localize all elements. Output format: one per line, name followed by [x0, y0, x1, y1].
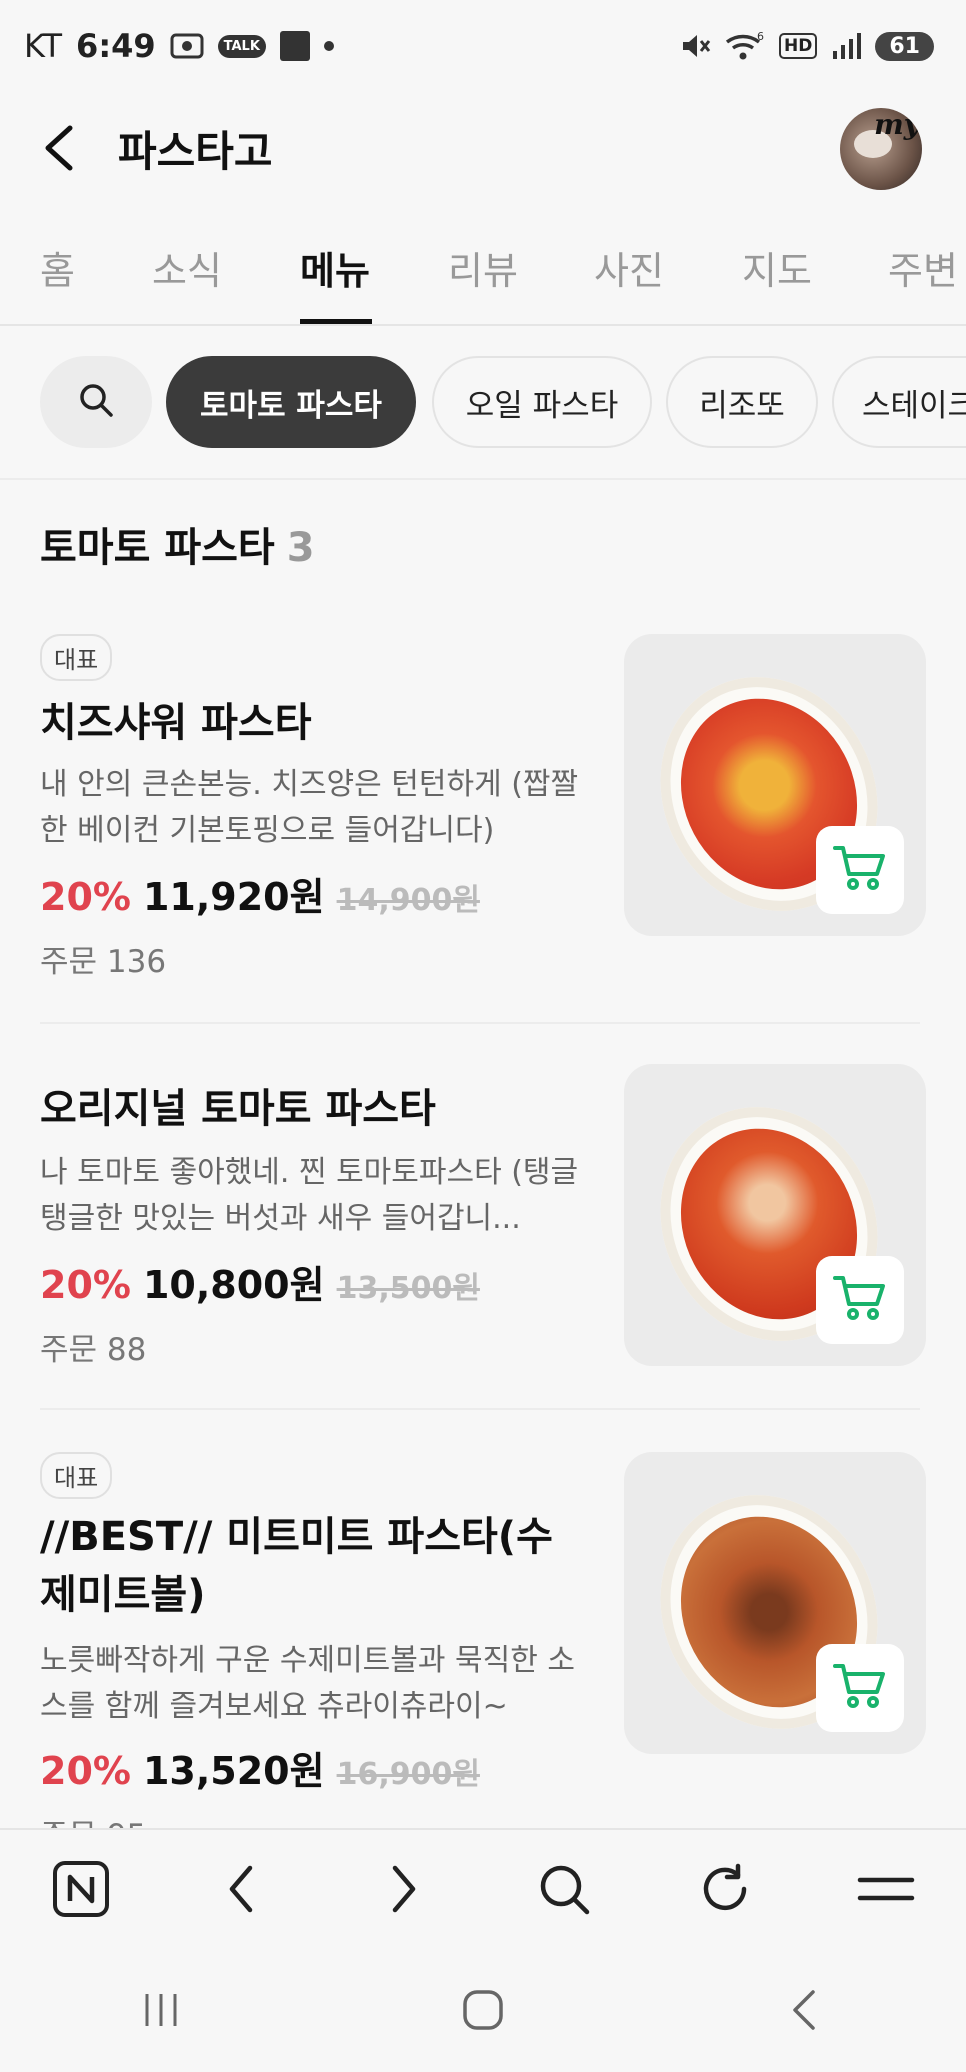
sale-price: 13,520원 — [142, 1749, 325, 1793]
order-count: 주문 88 — [40, 1332, 147, 1368]
price-row: 20% 13,520원 16,900원 — [40, 1740, 480, 1795]
tab-photos[interactable]: 사진 — [594, 240, 664, 295]
system-back-button[interactable] — [765, 1972, 845, 2052]
menu-icon — [857, 1874, 915, 1908]
kakaotalk-icon: TALK — [217, 34, 266, 58]
tab-home[interactable]: 홈 — [40, 240, 75, 295]
discount-rate: 20% — [40, 875, 131, 919]
original-price: 14,900원 — [336, 883, 480, 918]
chevron-right-icon — [383, 1864, 423, 1918]
hd-voice-icon: HD — [779, 33, 818, 59]
item-divider — [40, 1022, 920, 1024]
more-notifications-dot — [323, 41, 334, 51]
menu-item-name: //BEST// 미트미트 파스타(수제미트볼) — [40, 1514, 553, 1618]
section-title: 토마토 파스타 3 — [40, 515, 315, 573]
browser-toolbar — [0, 1828, 966, 1952]
price-row: 20% 11,920원 14,900원 — [40, 866, 480, 921]
menu-item[interactable]: 대표 치즈샤워 파스타 내 안의 큰손본능. 치즈양은 턴턴하게 (짭짤한 베이… — [40, 634, 926, 994]
back-icon — [787, 1988, 823, 2036]
discount-rate: 20% — [40, 1749, 131, 1793]
menu-item-name: 오리지널 토마토 파스타 — [40, 1086, 436, 1132]
signal-icon — [831, 31, 862, 61]
chip-steak[interactable]: 스테이크 — [832, 356, 966, 448]
menu-item-description: 나 토마토 좋아했네. 찐 토마토파스타 (탱글탱글한 맛있는 버섯과 새우 들… — [40, 1155, 579, 1236]
chevron-left-icon — [222, 1864, 262, 1918]
browser-back-button[interactable] — [202, 1851, 282, 1931]
menu-item-photo[interactable] — [624, 634, 926, 936]
menu-item-photo[interactable] — [624, 1064, 926, 1366]
section-title-text: 토마토 파스타 — [40, 525, 275, 571]
chips-divider — [0, 478, 966, 480]
tab-menu[interactable]: 메뉴 — [300, 240, 370, 295]
section-count: 3 — [286, 525, 315, 571]
tab-bar: 홈 소식 메뉴 리뷰 사진 지도 주변 — [0, 226, 966, 326]
sale-price: 10,800원 — [142, 1263, 325, 1307]
menu-item-name: 치즈샤워 파스타 — [40, 700, 312, 746]
tab-map[interactable]: 지도 — [742, 240, 812, 295]
refresh-icon — [698, 1862, 752, 1920]
battery-indicator: 61 — [875, 31, 934, 61]
mute-icon — [679, 30, 711, 62]
menu-item-description: 노릇빠작하게 구운 수제미트볼과 묵직한 소스를 함께 즐겨보세요 츄라이츄라이… — [40, 1643, 575, 1724]
sale-price: 11,920원 — [142, 875, 325, 919]
category-chips: 토마토 파스타 오일 파스타 리조또 스테이크 — [40, 356, 966, 448]
notification-icon — [279, 31, 310, 61]
discount-rate: 20% — [40, 1263, 131, 1307]
add-to-cart-button[interactable] — [816, 1644, 904, 1732]
system-navigation-bar — [0, 1952, 966, 2072]
naver-n-icon — [51, 1859, 111, 1923]
cart-icon — [833, 1662, 887, 1714]
tab-news[interactable]: 소식 — [152, 240, 222, 295]
clock: 6:49 — [76, 27, 156, 65]
browser-forward-button[interactable] — [363, 1851, 443, 1931]
tab-nearby[interactable]: 주변 — [888, 240, 958, 295]
original-price: 13,500원 — [336, 1271, 480, 1306]
add-to-cart-button[interactable] — [816, 1256, 904, 1344]
avatar[interactable]: my — [840, 108, 922, 190]
recent-apps-button[interactable] — [121, 1972, 201, 2052]
original-price: 16,900원 — [336, 1757, 480, 1792]
naver-home-button[interactable] — [41, 1851, 121, 1931]
menu-item-description: 내 안의 큰손본능. 치즈양은 턴턴하게 (짭짤한 베이컨 기본토핑으로 들어갑… — [40, 767, 579, 848]
svg-text:6: 6 — [757, 30, 764, 43]
representative-badge: 대표 — [40, 634, 113, 681]
menu-item-photo[interactable] — [624, 1452, 926, 1754]
menu-item[interactable]: 오리지널 토마토 파스타 나 토마토 좋아했네. 찐 토마토파스타 (탱글탱글한… — [40, 1064, 926, 1394]
menu-search-button[interactable] — [40, 356, 152, 448]
browser-search-button[interactable] — [524, 1851, 604, 1931]
chip-oil-pasta[interactable]: 오일 파스타 — [432, 356, 652, 448]
wifi-icon: 6 — [725, 30, 765, 62]
page-title: 파스타고 — [118, 126, 273, 176]
app-header: 파스타고 my — [0, 92, 966, 204]
browser-refresh-button[interactable] — [685, 1851, 765, 1931]
item-divider — [40, 1408, 920, 1410]
representative-badge: 대표 — [40, 1452, 113, 1499]
chip-risotto[interactable]: 리조또 — [666, 356, 818, 448]
cart-icon — [833, 844, 887, 896]
screenshot-icon — [170, 31, 204, 61]
status-bar: KT 6:49 TALK 6 HD 61 — [0, 0, 966, 92]
back-arrow-icon[interactable] — [34, 120, 90, 176]
browser-menu-button[interactable] — [846, 1851, 926, 1931]
menu-item[interactable]: 대표 //BEST// 미트미트 파스타(수제미트볼) 노릇빠작하게 구운 수제… — [40, 1452, 926, 1854]
search-icon — [537, 1862, 591, 1920]
search-icon — [77, 381, 115, 423]
cart-icon — [833, 1274, 887, 1326]
recent-apps-icon — [141, 1990, 181, 2034]
tab-reviews[interactable]: 리뷰 — [448, 240, 518, 295]
chip-tomato-pasta[interactable]: 토마토 파스타 — [166, 356, 416, 448]
home-icon — [461, 1988, 505, 2036]
avatar-label: my — [874, 108, 920, 141]
add-to-cart-button[interactable] — [816, 826, 904, 914]
price-row: 20% 10,800원 13,500원 — [40, 1254, 480, 1309]
home-button[interactable] — [443, 1972, 523, 2052]
carrier: KT — [24, 27, 63, 65]
active-tab-indicator — [300, 319, 372, 324]
order-count: 주문 136 — [40, 944, 167, 980]
